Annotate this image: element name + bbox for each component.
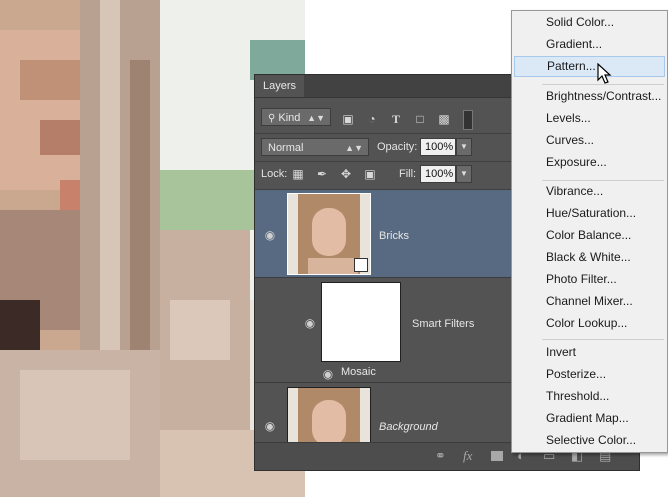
pixel-filter-icon[interactable]: ▣ xyxy=(341,112,355,126)
lock-label: Lock: xyxy=(261,168,288,180)
layer-thumbnail-bricks xyxy=(287,193,371,275)
menu-item-levels[interactable]: Levels... xyxy=(514,108,665,129)
fill-label: Fill: xyxy=(399,168,417,180)
layer-name: Bricks xyxy=(379,230,409,242)
menu-item-vibrance[interactable]: Vibrance... xyxy=(514,181,665,202)
mouse-pointer-icon xyxy=(597,63,612,84)
smart-filter-mask-thumbnail xyxy=(321,282,401,362)
menu-item-brightness-contrast[interactable]: Brightness/Contrast... xyxy=(514,86,665,107)
smart-filters-label: Smart Filters xyxy=(412,318,475,330)
adjustment-filter-icon[interactable]: ◔ xyxy=(365,112,379,126)
smart-object-badge-icon xyxy=(354,258,368,272)
menu-item-pattern[interactable]: Pattern... xyxy=(514,56,665,77)
menu-item-hue-saturation[interactable]: Hue/Saturation... xyxy=(514,203,665,224)
fill-slider-button[interactable]: ▼ xyxy=(456,165,472,183)
link-layers-icon[interactable]: ⚭ xyxy=(435,449,446,463)
menu-item-gradient-map[interactable]: Gradient Map... xyxy=(514,408,665,429)
lock-position-icon[interactable]: ✥ xyxy=(339,167,353,181)
add-mask-icon[interactable] xyxy=(491,451,503,461)
filter-kind-label: Kind xyxy=(278,112,301,124)
layer-name: Background xyxy=(379,421,438,433)
opacity-input[interactable]: 100% xyxy=(420,138,456,156)
fill-input[interactable]: 100% xyxy=(420,165,456,183)
visibility-eye-icon[interactable]: ◉ xyxy=(263,420,277,432)
menu-item-solid-color[interactable]: Solid Color... xyxy=(514,12,665,33)
fx-icon[interactable]: fx xyxy=(463,449,472,463)
menu-item-photo-filter[interactable]: Photo Filter... xyxy=(514,269,665,290)
opacity-slider-button[interactable]: ▼ xyxy=(456,138,472,156)
menu-item-black-white[interactable]: Black & White... xyxy=(514,247,665,268)
filter-toggle-switch[interactable] xyxy=(463,110,473,130)
type-filter-icon[interactable]: T xyxy=(389,112,403,126)
menu-item-invert[interactable]: Invert xyxy=(514,342,665,363)
search-icon: ⚲ xyxy=(268,113,276,124)
menu-item-color-balance[interactable]: Color Balance... xyxy=(514,225,665,246)
visibility-eye-icon[interactable]: ◉ xyxy=(263,229,277,241)
opacity-label: Opacity: xyxy=(377,141,418,153)
lock-all-icon[interactable]: ▣ xyxy=(363,167,377,181)
visibility-eye-icon[interactable]: ◉ xyxy=(321,368,335,380)
visibility-eye-icon[interactable]: ◉ xyxy=(303,317,317,329)
menu-item-posterize[interactable]: Posterize... xyxy=(514,364,665,385)
menu-item-curves[interactable]: Curves... xyxy=(514,130,665,151)
smart-object-filter-icon[interactable]: ▩ xyxy=(437,112,451,126)
filter-mosaic-label: Mosaic xyxy=(341,366,376,378)
blend-mode-dropdown[interactable]: Normal ▲▼ xyxy=(261,138,369,156)
shape-filter-icon[interactable]: □ xyxy=(413,112,427,126)
updown-arrows-icon: ▲▼ xyxy=(345,143,363,153)
tab-layers[interactable]: Layers xyxy=(255,75,305,97)
adjustment-layer-menu: Solid Color... Gradient... Pattern... Br… xyxy=(511,10,668,453)
lock-transparent-icon[interactable]: ▦ xyxy=(291,167,305,181)
layer-thumbnail-background xyxy=(287,387,371,445)
menu-item-threshold[interactable]: Threshold... xyxy=(514,386,665,407)
blend-mode-value: Normal xyxy=(268,142,304,154)
menu-item-channel-mixer[interactable]: Channel Mixer... xyxy=(514,291,665,312)
menu-item-gradient[interactable]: Gradient... xyxy=(514,34,665,55)
menu-item-exposure[interactable]: Exposure... xyxy=(514,152,665,173)
filter-kind-dropdown[interactable]: ⚲ Kind ▲▼ xyxy=(261,108,331,126)
menu-item-selective-color[interactable]: Selective Color... xyxy=(514,430,665,451)
lock-pixels-brush-icon[interactable]: ✒ xyxy=(315,167,329,181)
updown-arrows-icon: ▲▼ xyxy=(307,113,325,123)
menu-item-color-lookup[interactable]: Color Lookup... xyxy=(514,313,665,334)
